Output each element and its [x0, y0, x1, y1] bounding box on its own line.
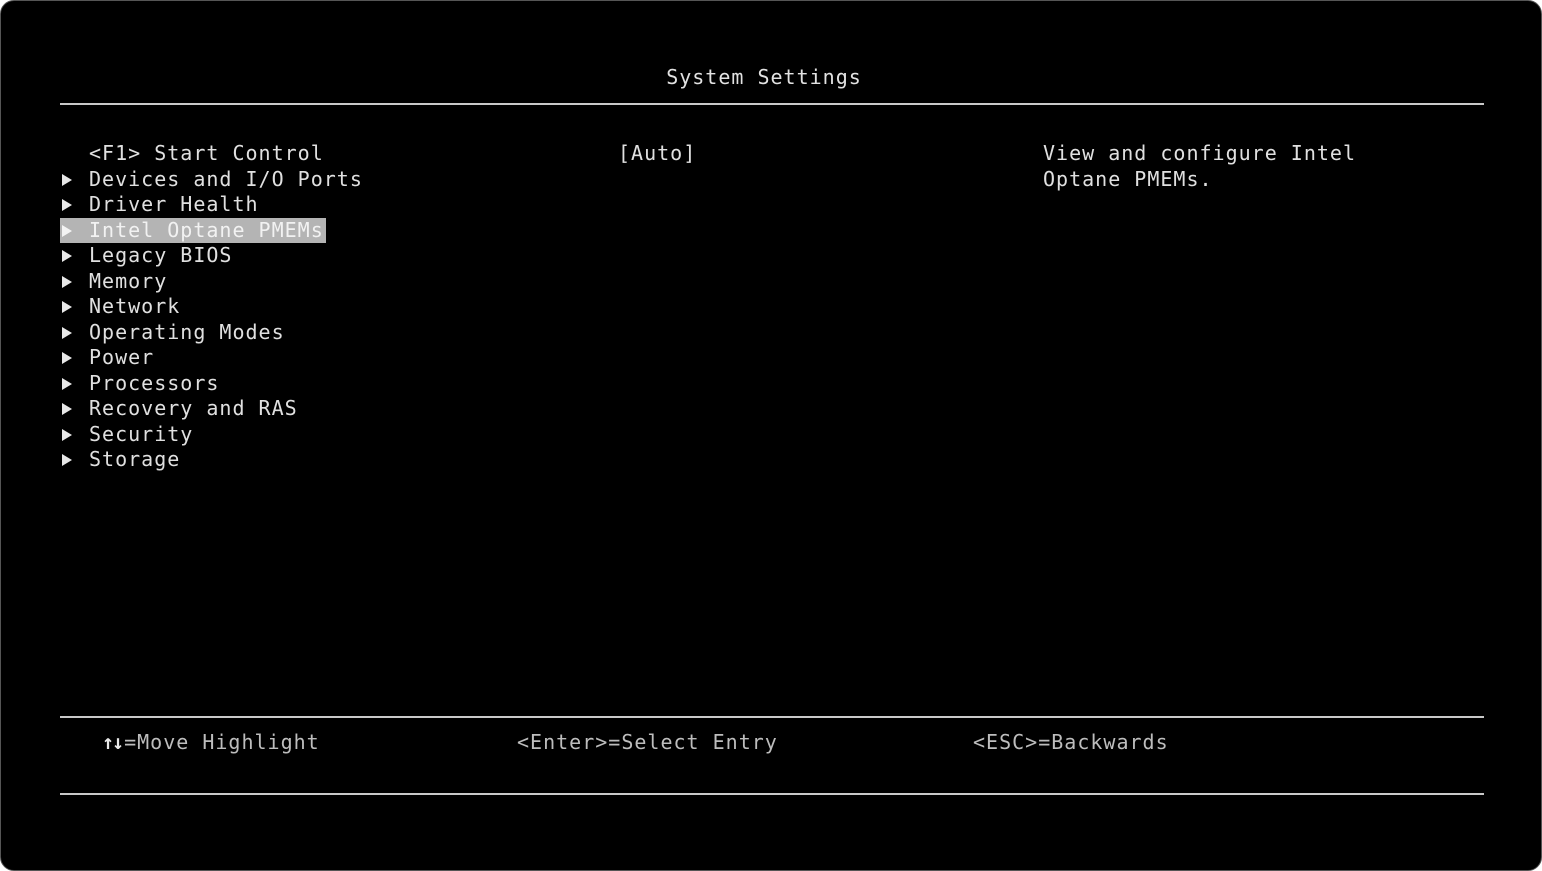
menu-item-network[interactable]: Network [60, 294, 363, 320]
submenu-arrow-icon [62, 403, 72, 415]
submenu-arrow-icon [62, 301, 72, 313]
hint-move-highlight: ↑↓ =Move Highlight [102, 729, 320, 755]
menu-item-operating-modes[interactable]: Operating Modes [60, 320, 363, 346]
hint-select-entry: <Enter>=Select Entry [517, 730, 778, 754]
settings-menu: <F1> Start Control Devices and I/O Ports… [60, 141, 363, 473]
menu-item-label: Processors [89, 370, 220, 395]
footer-divider-bottom [60, 793, 1484, 795]
menu-item-legacy-bios[interactable]: Legacy BIOS [60, 243, 363, 269]
menu-item-label: <F1> Start Control [89, 141, 324, 165]
menu-item-label: Legacy BIOS [89, 243, 233, 267]
submenu-arrow-icon [62, 275, 72, 288]
submenu-arrow-icon [62, 352, 72, 364]
menu-item-start-control[interactable]: <F1> Start Control [60, 141, 363, 167]
menu-item-label: Recovery and RAS [89, 396, 298, 420]
menu-item-devices-and-io-ports[interactable]: Devices and I/O Ports [60, 167, 363, 193]
help-text-line: View and configure Intel [1043, 141, 1356, 165]
menu-item-recovery-and-ras[interactable]: Recovery and RAS [60, 396, 363, 422]
menu-item-label: Driver Health [89, 192, 259, 216]
submenu-arrow-icon [62, 326, 72, 339]
menu-item-security[interactable]: Security [60, 422, 363, 448]
menu-item-label: Power [89, 345, 155, 369]
hint-backwards: <ESC>=Backwards [973, 730, 1169, 754]
menu-item-memory[interactable]: Memory [60, 269, 363, 295]
menu-item-label: Operating Modes [89, 319, 285, 344]
menu-item-label: Security [89, 421, 194, 446]
help-panel: View and configure Intel Optane PMEMs. [1043, 141, 1423, 192]
menu-item-label: Storage [89, 447, 181, 471]
submenu-arrow-icon [62, 428, 72, 441]
menu-item-label: Network [89, 294, 181, 318]
bios-screen: System Settings <F1> Start Control Devic… [0, 0, 1542, 871]
help-text-line: Optane PMEMs. [1043, 166, 1213, 191]
up-down-arrows-icon: ↑↓ [102, 730, 124, 754]
submenu-arrow-icon [62, 224, 72, 237]
menu-item-intel-optane-pmems[interactable]: Intel Optane PMEMs [60, 217, 326, 243]
menu-item-power[interactable]: Power [60, 345, 363, 371]
menu-item-driver-health[interactable]: Driver Health [60, 192, 363, 218]
menu-item-intel-optane-pmems-row: Intel Optane PMEMs [60, 217, 363, 243]
submenu-arrow-icon [62, 173, 72, 186]
footer-divider-top [60, 716, 1484, 718]
menu-item-label: Intel Optane PMEMs [89, 217, 324, 242]
page-title: System Settings [666, 65, 862, 89]
hint-label: =Move Highlight [124, 730, 320, 754]
menu-item-label: Memory [89, 268, 168, 293]
start-control-value[interactable]: [Auto] [618, 141, 696, 167]
header-divider [60, 103, 1484, 105]
menu-item-label: Devices and I/O Ports [89, 166, 363, 191]
submenu-arrow-icon [62, 250, 72, 262]
menu-item-processors[interactable]: Processors [60, 371, 363, 397]
submenu-arrow-icon [62, 199, 72, 211]
submenu-arrow-icon [62, 454, 72, 466]
submenu-arrow-icon [62, 377, 72, 390]
menu-item-storage[interactable]: Storage [60, 447, 363, 473]
